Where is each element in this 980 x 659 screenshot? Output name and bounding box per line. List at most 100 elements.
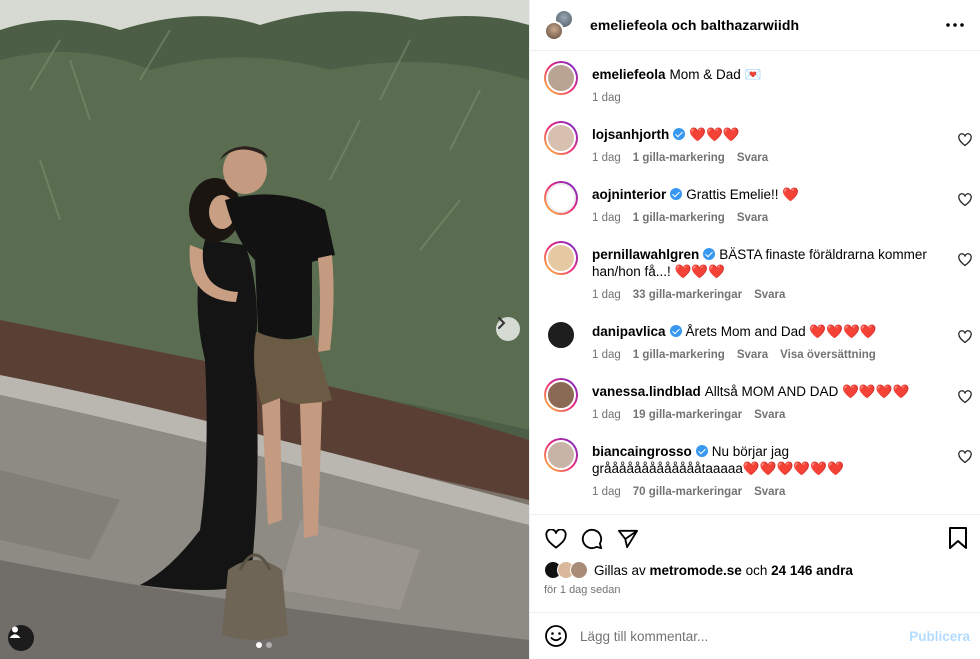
send-icon xyxy=(618,529,638,549)
comment-meta: 1 dag 33 gilla-markeringar Svara xyxy=(592,289,938,301)
comment-body: danipavlica Årets Mom and Dad ❤️❤️❤️❤️ 1 d… xyxy=(592,318,938,378)
person-tag-icon xyxy=(9,626,21,638)
post-authors[interactable]: emeliefeola och balthazarwiidh xyxy=(590,17,799,33)
post-photo[interactable] xyxy=(0,0,529,659)
comment-username[interactable]: emeliefeola xyxy=(592,67,666,82)
collab-avatars[interactable] xyxy=(544,9,576,41)
comment-time[interactable]: 1 dag xyxy=(592,152,621,164)
reply-button[interactable]: Svara xyxy=(754,289,785,301)
post-actions: Gillas av metromode.se och 24 146 andra … xyxy=(530,514,980,612)
chevron-right-icon xyxy=(498,317,506,329)
avatar[interactable] xyxy=(544,61,578,95)
comment-username[interactable]: aojninterior xyxy=(592,187,666,202)
add-comment-bar: Publicera xyxy=(530,612,980,659)
comment-like-icon[interactable] xyxy=(958,133,972,147)
translate-button[interactable]: Visa översättning xyxy=(780,349,876,361)
avatar[interactable] xyxy=(544,318,578,352)
comment-time[interactable]: 1 dag xyxy=(592,212,621,224)
comment-likes[interactable]: 1 gilla-markering xyxy=(633,212,725,224)
bookmark-icon xyxy=(949,527,967,549)
avatar[interactable] xyxy=(544,181,578,215)
avatar-image xyxy=(546,380,576,410)
comment-text-line: vanessa.lindblad Alltså MOM AND DAD ❤️❤️❤… xyxy=(592,383,938,400)
tagged-people-button[interactable] xyxy=(8,625,34,651)
emoji-button[interactable] xyxy=(544,624,568,648)
comment-time[interactable]: 1 dag xyxy=(592,486,621,498)
verified-badge-icon xyxy=(673,128,686,140)
comment-meta: 1 dag 70 gilla-markeringar Svara xyxy=(592,486,938,498)
comment-username[interactable]: biancaingrosso xyxy=(592,444,692,459)
comment-username[interactable]: lojsanhjorth xyxy=(592,127,669,142)
comment-text-line: aojninterior Grattis Emelie!! ❤️ xyxy=(592,186,938,203)
comment-input[interactable] xyxy=(580,628,910,644)
liked-by-and: och xyxy=(745,562,768,578)
comment-username[interactable]: pernillawahlgren xyxy=(592,247,699,262)
comment-row: lojsanhjorth ❤️❤️❤️ 1 dag 1 gilla-markering… xyxy=(530,121,980,181)
comment-like-icon[interactable] xyxy=(958,253,972,267)
comment-time[interactable]: 1 dag xyxy=(592,289,621,301)
comment-username[interactable]: vanessa.lindblad xyxy=(592,384,701,399)
liked-by-count[interactable]: 24 146 andra xyxy=(771,563,853,578)
comment-row: vanessa.lindblad Alltså MOM AND DAD ❤️❤️❤… xyxy=(530,378,980,438)
next-image-button[interactable] xyxy=(496,317,520,341)
comment-time[interactable]: 1 dag xyxy=(592,349,621,361)
more-options-button[interactable] xyxy=(944,14,966,36)
comment-time[interactable]: 1 dag xyxy=(592,409,621,421)
post-header: emeliefeola och balthazarwiidh xyxy=(530,0,980,51)
share-button[interactable] xyxy=(616,527,640,551)
comment-text: Grattis Emelie!! ❤️ xyxy=(686,187,800,202)
avatar-image xyxy=(546,123,576,153)
comments-list: emeliefeola Mom & Dad 💌 1 dag lojsanhjorth ❤… xyxy=(530,51,980,514)
comment-body: vanessa.lindblad Alltså MOM AND DAD ❤️❤️❤… xyxy=(592,378,938,438)
comment-text: Årets Mom and Dad ❤️❤️❤️❤️ xyxy=(685,324,877,339)
more-horizontal-icon xyxy=(946,23,964,27)
reply-button[interactable]: Svara xyxy=(754,409,785,421)
comment-row: aojninterior Grattis Emelie!! ❤️ 1 dag 1 gi… xyxy=(530,181,980,241)
comment-row: danipavlica Årets Mom and Dad ❤️❤️❤️❤️ 1 d… xyxy=(530,318,980,378)
liked-by-user[interactable]: metromode.se xyxy=(650,563,742,578)
comment-icon xyxy=(581,528,603,550)
photo-illustration xyxy=(0,0,529,659)
reply-button[interactable]: Svara xyxy=(754,486,785,498)
comment-likes[interactable]: 1 gilla-markering xyxy=(633,349,725,361)
publish-button[interactable]: Publicera xyxy=(909,629,970,644)
emoji-icon xyxy=(545,625,567,647)
comment-meta: 1 dag 1 gilla-markering Svara xyxy=(592,152,938,164)
comment-likes[interactable]: 33 gilla-markeringar xyxy=(633,289,742,301)
avatar[interactable] xyxy=(544,438,578,472)
comment-body: biancaingrosso Nu börjar jag gråååååååååå… xyxy=(592,438,938,514)
comment-text-line: emeliefeola Mom & Dad 💌 xyxy=(592,66,938,83)
comment-likes[interactable]: 19 gilla-markeringar xyxy=(633,409,742,421)
comment-username[interactable]: danipavlica xyxy=(592,324,666,339)
avatar[interactable] xyxy=(544,121,578,155)
avatar xyxy=(544,21,564,41)
like-button[interactable] xyxy=(544,527,568,551)
comment-like-icon[interactable] xyxy=(958,450,972,464)
comment-body: emeliefeola Mom & Dad 💌 1 dag xyxy=(592,61,938,121)
avatar[interactable] xyxy=(544,241,578,275)
verified-badge-icon xyxy=(703,248,716,260)
comment-meta: 1 dag xyxy=(592,92,938,104)
avatar-image xyxy=(546,243,576,273)
reply-button[interactable]: Svara xyxy=(737,212,768,224)
post-timestamp[interactable]: för 1 dag sedan xyxy=(544,584,966,596)
save-button[interactable] xyxy=(948,527,972,551)
verified-badge-icon xyxy=(670,188,683,200)
liker-avatars xyxy=(544,561,590,579)
comment-like-icon[interactable] xyxy=(958,390,972,404)
comment-body: pernillawahlgren BÄSTA finaste föräldrarn… xyxy=(592,241,938,318)
comment-like-icon[interactable] xyxy=(958,193,972,207)
comment-button[interactable] xyxy=(580,527,604,551)
comment-body: aojninterior Grattis Emelie!! ❤️ 1 dag 1 gi… xyxy=(592,181,938,241)
avatar xyxy=(570,561,588,579)
comment-likes[interactable]: 1 gilla-markering xyxy=(633,152,725,164)
reply-button[interactable]: Svara xyxy=(737,152,768,164)
comment-like-icon[interactable] xyxy=(958,330,972,344)
comment-text-line: lojsanhjorth ❤️❤️❤️ xyxy=(592,126,938,143)
reply-button[interactable]: Svara xyxy=(737,349,768,361)
avatar[interactable] xyxy=(544,378,578,412)
comment-text: Alltså MOM AND DAD ❤️❤️❤️❤️ xyxy=(704,384,910,399)
avatar-image xyxy=(546,320,576,350)
comment-time[interactable]: 1 dag xyxy=(592,92,621,104)
comment-likes[interactable]: 70 gilla-markeringar xyxy=(633,486,742,498)
